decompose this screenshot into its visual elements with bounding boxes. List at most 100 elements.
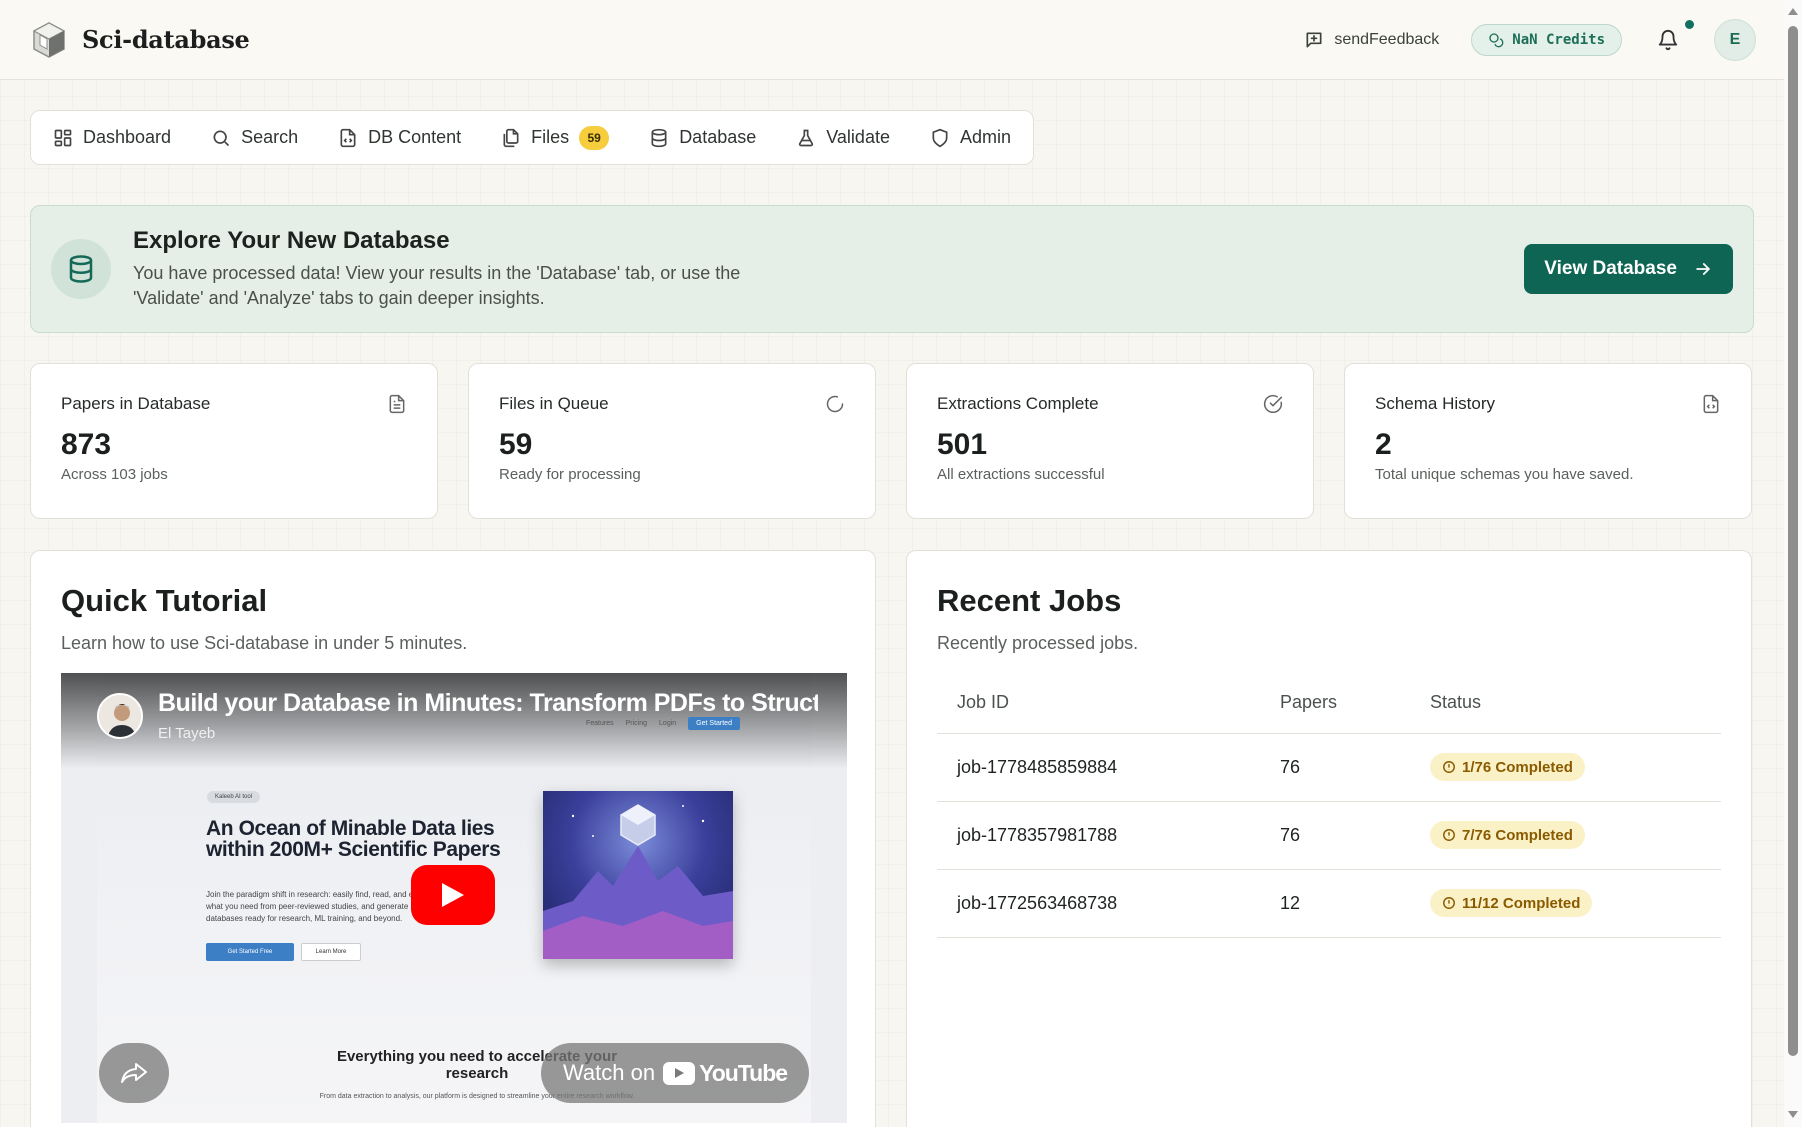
files-icon [503, 128, 519, 147]
stat-label: Extractions Complete [937, 394, 1099, 413]
scroll-up-arrow[interactable] [1788, 8, 1798, 15]
status-badge: 1/76 Completed [1430, 753, 1585, 781]
stat-value: 873 [61, 428, 112, 461]
job-id-cell: job-1772563468738 [937, 869, 1260, 938]
column-header-job-id: Job ID [937, 673, 1260, 734]
stat-value: 501 [937, 428, 988, 461]
tab-admin[interactable]: Admin [930, 127, 1011, 148]
credits-label: NaN Credits [1512, 31, 1605, 48]
database-icon [651, 128, 667, 147]
banner-title: Explore Your New Database [133, 227, 450, 254]
stat-subtext: Ready for processing [499, 466, 641, 483]
user-avatar[interactable]: E [1714, 18, 1756, 61]
stat-card-schema: Schema History 2 Total unique schemas yo… [1344, 363, 1752, 519]
job-id-cell: job-1778357981788 [937, 801, 1260, 870]
hero-illustration [543, 804, 733, 959]
youtube-wordmark: YouTube [699, 1059, 788, 1086]
stat-card-queue: Files in Queue 59 Ready for processing [468, 363, 876, 519]
tutorial-video-embed[interactable]: Kaleeb AI tool An Ocean of Minable Data … [61, 673, 847, 1123]
tab-files[interactable]: Files 59 [501, 125, 610, 150]
table-row[interactable]: job-1772563468738 12 11/12 Completed [937, 869, 1721, 938]
watch-on-label: Watch on [562, 1060, 656, 1085]
send-feedback-label: sendFeedback [1334, 30, 1440, 48]
papers-cell: 12 [1260, 869, 1410, 938]
status-cell: 7/76 Completed [1410, 801, 1721, 870]
loader-icon [826, 395, 844, 413]
status-cell: 1/76 Completed [1410, 733, 1721, 802]
quick-tutorial-card: Quick Tutorial Learn how to use Sci-data… [30, 550, 876, 1127]
notifications-button[interactable] [1654, 19, 1694, 54]
recent-jobs-table: Job ID Papers Status job-1778485859884 7… [937, 673, 1721, 938]
view-database-button[interactable]: View Database [1524, 244, 1733, 294]
message-plus-icon [1306, 32, 1322, 48]
file-code-icon [1703, 394, 1719, 414]
page-scrollbar[interactable] [1784, 0, 1802, 1127]
site-hero-chip: Kaleeb AI tool [207, 791, 261, 803]
tab-search-label: Search [241, 127, 299, 147]
column-header-status: Status [1410, 673, 1721, 734]
credits-badge[interactable]: NaN Credits [1471, 23, 1622, 56]
share-icon [121, 1063, 147, 1083]
youtube-play-icon [663, 1061, 696, 1085]
app-logo[interactable]: Sci-database [28, 19, 250, 61]
clock-alert-icon [1443, 897, 1455, 909]
table-row[interactable]: job-1778357981788 76 7/76 Completed [937, 801, 1721, 870]
search-icon [213, 130, 230, 146]
video-play-button[interactable] [411, 865, 495, 925]
stat-card-extractions: Extractions Complete 501 All extractions… [906, 363, 1314, 519]
banner-icon-circle [51, 239, 111, 299]
play-icon [442, 883, 464, 907]
scroll-down-arrow[interactable] [1788, 1111, 1798, 1118]
table-header-row: Job ID Papers Status [937, 673, 1721, 734]
check-circle-icon [1263, 394, 1283, 414]
status-text: 7/76 Completed [1462, 826, 1573, 844]
job-id-cell: job-1778485859884 [937, 733, 1260, 802]
youtube-logo: YouTube [663, 1059, 788, 1087]
tab-database[interactable]: Database [649, 127, 756, 148]
tab-db-content[interactable]: DB Content [338, 127, 461, 148]
view-database-label: View Database [1544, 258, 1677, 279]
tab-validate[interactable]: Validate [796, 127, 890, 148]
coins-icon [1489, 32, 1504, 47]
clock-alert-icon [1443, 761, 1455, 773]
site-mini-nav: Features Pricing Login Get Started [586, 717, 740, 730]
video-share-button[interactable] [99, 1043, 169, 1103]
site-learn-more-button: Learn More [301, 943, 361, 961]
tab-files-label: Files [531, 127, 570, 147]
tab-admin-label: Admin [959, 127, 1011, 147]
main-tabs: Dashboard Search DB Content Files 59 Dat… [30, 110, 1034, 165]
stat-subtext: All extractions successful [937, 466, 1105, 483]
site-get-started-button: Get Started Free [206, 943, 294, 961]
tab-dashboard[interactable]: Dashboard [53, 127, 171, 148]
arrow-right-icon [1696, 263, 1711, 275]
stat-label: Files in Queue [499, 394, 609, 413]
flask-icon [799, 129, 814, 146]
site-nav-item: Login [659, 720, 677, 727]
send-feedback-button[interactable]: sendFeedback [1304, 30, 1439, 50]
watch-on-youtube-button[interactable]: Watch on YouTube [541, 1043, 809, 1103]
video-channel-name[interactable]: El Tayeb [158, 725, 215, 742]
dashboard-icon [54, 129, 72, 146]
channel-avatar[interactable] [97, 693, 143, 739]
table-row[interactable]: job-1778485859884 76 1/76 Completed [937, 733, 1721, 802]
stat-subtext: Across 103 jobs [61, 466, 168, 483]
site-hero-heading: An Ocean of Minable Data lies within 200… [206, 817, 501, 861]
tab-dashboard-label: Dashboard [83, 127, 172, 147]
notification-dot [1685, 19, 1694, 29]
shield-icon [932, 128, 948, 147]
status-badge: 11/12 Completed [1430, 889, 1593, 917]
tab-search[interactable]: Search [211, 127, 298, 148]
banner-description: You have processed data! View your resul… [133, 263, 741, 308]
recent-jobs-subtitle: Recently processed jobs. [937, 633, 1139, 653]
bell-icon [1658, 29, 1678, 50]
video-title[interactable]: Build your Database in Minutes: Transfor… [158, 689, 818, 718]
stat-card-papers: Papers in Database 873 Across 103 jobs [30, 363, 438, 519]
stat-value: 2 [1375, 428, 1392, 461]
tutorial-subtitle: Learn how to use Sci-database in under 5… [61, 633, 468, 653]
site-nav-cta: Get Started [688, 717, 740, 730]
site-nav-item: Features [586, 720, 614, 727]
scroll-thumb[interactable] [1788, 26, 1798, 1056]
files-count-badge: 59 [579, 125, 610, 150]
tab-database-label: Database [679, 127, 757, 147]
stat-label: Schema History [1375, 394, 1495, 413]
